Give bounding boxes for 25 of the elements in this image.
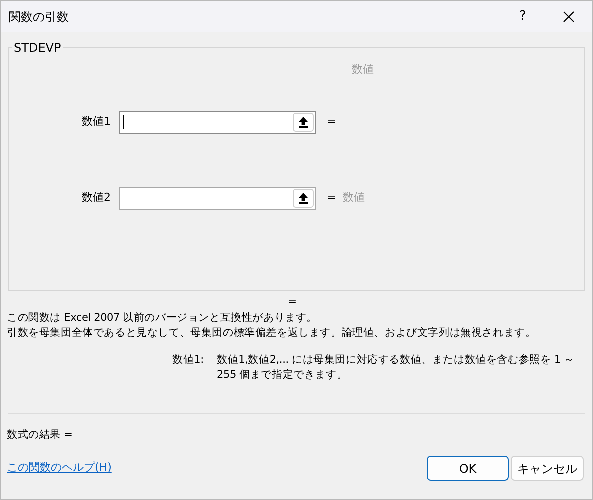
- upload-arrow-icon: [298, 116, 309, 128]
- window-title: 関数の引数: [9, 8, 70, 26]
- collapse-dialog-button[interactable]: [293, 188, 314, 208]
- text-cursor: [123, 115, 124, 129]
- collapse-dialog-button[interactable]: [293, 112, 314, 132]
- argument-field[interactable]: [119, 186, 316, 210]
- formula-result: 数式の結果 =: [6, 428, 74, 443]
- result-hint: 数値: [352, 62, 374, 78]
- argument-label: 数値1: [81, 114, 112, 130]
- dialog-button[interactable]: キャンセル: [511, 456, 584, 481]
- argument-field[interactable]: [119, 110, 316, 134]
- argument-label: 数値2: [81, 190, 112, 206]
- help-link[interactable]: この関数のヘルプ(H): [7, 460, 425, 477]
- dialog-button[interactable]: OK: [427, 456, 509, 481]
- equals-sign: =: [327, 190, 338, 206]
- upload-arrow-icon: [298, 192, 309, 204]
- description-text: 引数を母集団全体であると見なして、母集団の標準偏差を返します。論理値、および文字列は無視されます。: [7, 326, 538, 341]
- argument-result: 数値: [343, 190, 365, 206]
- equals-sign: =: [327, 114, 338, 130]
- argument-help-text: 数値1,数値2,... には母集団に対応する数値、または数値を含む参照を 1 ～ 255 個まで指定できます。: [217, 353, 576, 383]
- description-text: この関数は Excel 2007 以前のバージョンと互換性があります。: [7, 311, 319, 326]
- argument-help-label: 数値1:: [172, 353, 205, 368]
- close-icon: [563, 10, 575, 22]
- function-result: =: [286, 294, 298, 310]
- help-button[interactable]: ?: [500, 1, 546, 32]
